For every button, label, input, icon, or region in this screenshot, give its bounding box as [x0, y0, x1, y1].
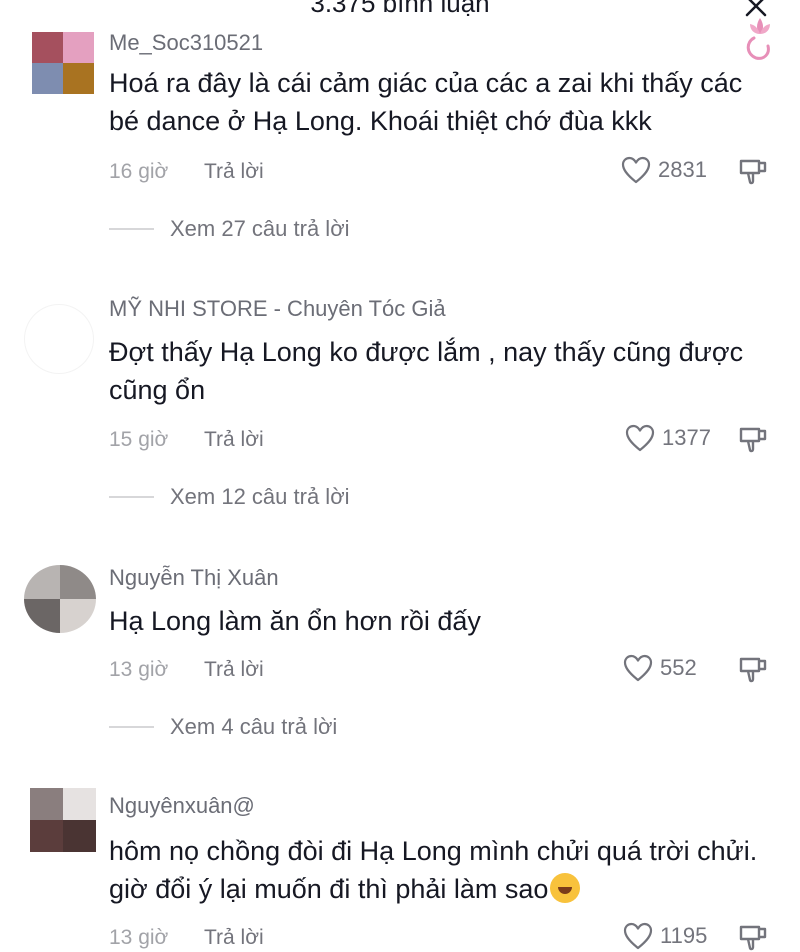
- like-count: 2831: [658, 157, 707, 182]
- comment-username[interactable]: Me_Soc310521: [109, 30, 263, 56]
- view-replies-link[interactable]: Xem 27 câu trả lời: [109, 216, 350, 242]
- comments-count-title: 3.375 bình luận: [310, 0, 490, 18]
- reply-button[interactable]: Trả lời: [204, 428, 264, 452]
- heart-outline-icon: [625, 424, 655, 452]
- view-replies-link[interactable]: Xem 12 câu trả lời: [109, 484, 350, 510]
- reply-button[interactable]: Trả lời: [204, 160, 264, 184]
- like-button[interactable]: 2831: [620, 155, 707, 185]
- comment-time: 13 giờ: [109, 926, 169, 949]
- like-count: 1195: [660, 923, 708, 948]
- comment-username[interactable]: MỸ NHI STORE - Chuyên Tóc Giả: [109, 296, 446, 322]
- comment-text: Hoá ra đây là cái cảm giác của các a zai…: [109, 68, 743, 136]
- avatar[interactable]: [30, 788, 96, 852]
- heart-outline-icon: [621, 156, 651, 184]
- avatar[interactable]: [24, 304, 94, 374]
- view-replies-link[interactable]: Xem 4 câu trả lời: [109, 714, 337, 740]
- comment-username[interactable]: Nguyễn Thị Xuân: [109, 565, 279, 591]
- rofl-emoji-icon: [550, 873, 581, 903]
- thumbs-down-icon[interactable]: [738, 922, 768, 952]
- avatar[interactable]: [24, 565, 96, 633]
- comment-text: hôm nọ chồng đòi đi Hạ Long mình chửi qu…: [109, 832, 779, 908]
- view-replies-label: Xem 12 câu trả lời: [170, 484, 350, 509]
- divider-line: [109, 726, 154, 728]
- comment-text: Đợt thấy Hạ Long ko được lắm , nay thấy …: [109, 337, 744, 405]
- thumbs-down-icon[interactable]: [738, 156, 768, 186]
- like-button[interactable]: 1377: [624, 423, 711, 453]
- comment-time: 16 giờ: [109, 160, 169, 183]
- comment-username[interactable]: Nguyênxuân@: [109, 793, 255, 819]
- view-replies-label: Xem 4 câu trả lời: [170, 714, 338, 739]
- comment-time: 13 giờ: [109, 658, 169, 681]
- heart-outline-icon: [623, 922, 653, 950]
- lotus-logo-icon: [746, 18, 770, 60]
- thumbs-down-icon[interactable]: [738, 654, 768, 684]
- like-count: 552: [660, 655, 697, 680]
- divider-line: [109, 496, 154, 498]
- reply-button[interactable]: Trả lời: [204, 658, 264, 682]
- like-button[interactable]: 552: [622, 653, 697, 683]
- view-replies-label: Xem 27 câu trả lời: [170, 216, 350, 241]
- comment-time: 15 giờ: [109, 428, 169, 451]
- divider-line: [109, 228, 154, 230]
- avatar[interactable]: [32, 32, 94, 94]
- heart-outline-icon: [623, 654, 653, 682]
- thumbs-down-icon[interactable]: [738, 424, 768, 454]
- like-button[interactable]: 1195: [622, 921, 707, 951]
- reply-button[interactable]: Trả lời: [204, 926, 264, 950]
- comment-text-body: hôm nọ chồng đòi đi Hạ Long mình chửi qu…: [109, 836, 758, 904]
- like-count: 1377: [662, 425, 711, 450]
- comment-text: Hạ Long làm ăn ổn hơn rồi đấy: [109, 606, 481, 636]
